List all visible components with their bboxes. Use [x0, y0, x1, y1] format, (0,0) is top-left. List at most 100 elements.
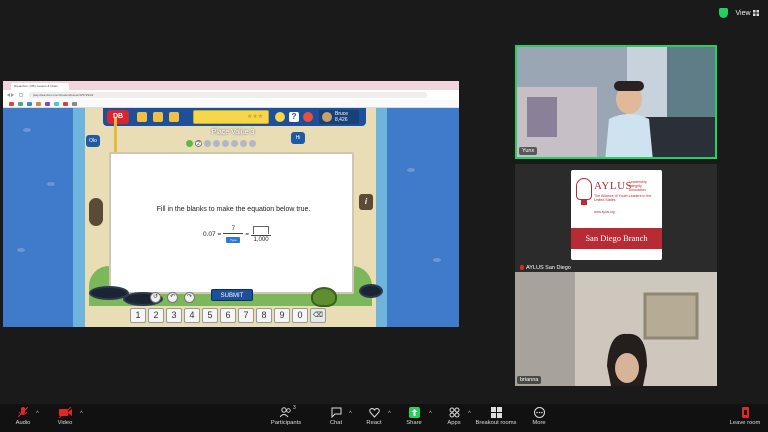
- video-options-caret[interactable]: ^: [80, 411, 83, 417]
- browser-tab[interactable]: Dreambox | DB | Lesson & Class: [11, 83, 69, 90]
- number-keypad: 1 2 3 4 5 6 7 8 9 0 ⌫: [130, 308, 326, 323]
- progress-dot: [186, 140, 193, 147]
- apps-options-caret[interactable]: ^: [468, 411, 471, 417]
- breakout-rooms-button[interactable]: Breakout rooms: [472, 407, 520, 426]
- music-icon[interactable]: [303, 112, 313, 122]
- aylus-tagline: Leadership Integrity Innovation: [629, 180, 647, 193]
- bookmark-icon[interactable]: [72, 102, 77, 106]
- user-points: 8,426: [335, 117, 348, 123]
- keypad-key-5[interactable]: 5: [202, 308, 218, 323]
- keypad-key-3[interactable]: 3: [166, 308, 182, 323]
- fraction-two-denominator: 1,000: [253, 237, 269, 243]
- participant-tile-aylus[interactable]: AYLUS Leadership Integrity Innovation Th…: [515, 164, 717, 272]
- participant-video-frame: [515, 272, 717, 386]
- water-left: [3, 108, 73, 327]
- bookmark-icon[interactable]: [63, 102, 68, 106]
- fraction-one-numerator: 7: [231, 226, 235, 232]
- audio-button[interactable]: Audio: [0, 407, 46, 426]
- help-icon[interactable]: ?: [289, 112, 299, 122]
- bookmark-icon[interactable]: [36, 102, 41, 106]
- equation: 0.07 = 7 Type = 1,000: [203, 226, 272, 243]
- share-screen-icon: [408, 407, 420, 418]
- reset-icon[interactable]: ↺: [150, 292, 161, 303]
- user-badge[interactable]: Bruce 8,426: [319, 110, 359, 124]
- participants-count: 3: [293, 405, 296, 411]
- keypad-key-8[interactable]: 8: [256, 308, 272, 323]
- progress-dot: 2: [195, 140, 202, 147]
- bookmark-icon[interactable]: [9, 102, 14, 106]
- bookmark-icon[interactable]: [18, 102, 23, 106]
- answer-blank-denominator[interactable]: Type: [226, 237, 241, 243]
- info-button[interactable]: i: [359, 194, 373, 210]
- progress-dot: [213, 140, 220, 147]
- answer-blank-numerator[interactable]: [253, 226, 270, 234]
- avatar: [322, 112, 332, 122]
- view-label: View: [735, 9, 751, 17]
- stars-rating: ★★★: [247, 114, 264, 120]
- right-menu-button[interactable]: Hi: [291, 132, 305, 144]
- home-icon[interactable]: [137, 112, 147, 122]
- keypad-key-9[interactable]: 9: [274, 308, 290, 323]
- participants-button[interactable]: Participants: [263, 407, 309, 426]
- audio-options-caret[interactable]: ^: [36, 411, 39, 417]
- keypad-key-0[interactable]: 0: [292, 308, 308, 323]
- aylus-branch-band: San Diego Branch: [571, 228, 662, 249]
- trophy-icon[interactable]: [275, 112, 285, 122]
- video-off-icon: [58, 407, 72, 418]
- flag-icon[interactable]: [169, 112, 179, 122]
- progress-dot: [204, 140, 211, 147]
- keypad-delete-button[interactable]: ⌫: [310, 308, 326, 323]
- shore-left: [73, 108, 85, 327]
- view-button[interactable]: View: [732, 6, 762, 20]
- progress-dot: [222, 140, 229, 147]
- left-menu-button[interactable]: Olo: [86, 135, 100, 147]
- progress-dot: [231, 140, 238, 147]
- question-card: Fill in the blanks to make the equation …: [109, 152, 354, 294]
- leave-room-button[interactable]: Leave room: [722, 407, 768, 426]
- participant-name: AYLUS San Diego: [517, 264, 574, 272]
- bookmark-icon[interactable]: [54, 102, 59, 106]
- keypad-key-2[interactable]: 2: [148, 308, 164, 323]
- submit-button[interactable]: SUBMIT: [211, 289, 253, 301]
- meeting-toolbar: Audio ^ Video ^ Participants 3 Chat ^ Re…: [0, 404, 768, 432]
- bookmark-icon[interactable]: [27, 102, 32, 106]
- leave-icon: [741, 407, 749, 418]
- fish-decoration: [433, 258, 441, 262]
- lightbulb-icon: [576, 178, 592, 200]
- apps-icon: [449, 407, 459, 418]
- keypad-key-4[interactable]: 4: [184, 308, 200, 323]
- keypad-key-6[interactable]: 6: [220, 308, 236, 323]
- participant-tile-video[interactable]: Yunx: [515, 45, 717, 159]
- participant-name: brianna: [517, 376, 542, 384]
- tire-decoration: [359, 284, 383, 298]
- fraction-one: 7 Type: [223, 226, 244, 243]
- more-icon: [533, 407, 545, 418]
- progress-dot: [240, 140, 247, 147]
- encryption-shield-icon[interactable]: [719, 8, 728, 18]
- browser-nav-icon[interactable]: [7, 93, 25, 97]
- redo-icon[interactable]: ↷: [184, 292, 195, 303]
- dreambox-logo[interactable]: DB: [107, 110, 129, 124]
- heart-icon: [368, 407, 380, 418]
- chat-icon: [331, 407, 341, 418]
- keypad-key-1[interactable]: 1: [130, 308, 146, 323]
- equation-lhs: 0.07 =: [203, 231, 222, 238]
- aylus-full-name: The Alliance of Youth Leaders in the Uni…: [594, 194, 652, 203]
- participants-icon: [280, 407, 291, 418]
- pencil-tool-icon[interactable]: [89, 198, 103, 226]
- participant-video-frame: [517, 47, 715, 157]
- address-field[interactable]: play.dreambox.com/student/lesson/#/57294…: [29, 92, 427, 98]
- water-right: [387, 108, 459, 327]
- progress-dots: 2: [186, 140, 256, 148]
- lesson-title: Place Value 3: [211, 129, 255, 136]
- progress-dot: [249, 140, 256, 147]
- mic-muted-icon: [520, 265, 524, 270]
- book-icon[interactable]: [153, 112, 163, 122]
- undo-icon[interactable]: ↶: [167, 292, 178, 303]
- bookmark-icon[interactable]: [45, 102, 50, 106]
- participant-tile-video[interactable]: brianna: [515, 272, 717, 386]
- more-button[interactable]: More: [516, 407, 562, 426]
- fish-decoration: [17, 248, 25, 252]
- keypad-key-7[interactable]: 7: [238, 308, 254, 323]
- aylus-logo-card: AYLUS Leadership Integrity Innovation Th…: [571, 170, 662, 260]
